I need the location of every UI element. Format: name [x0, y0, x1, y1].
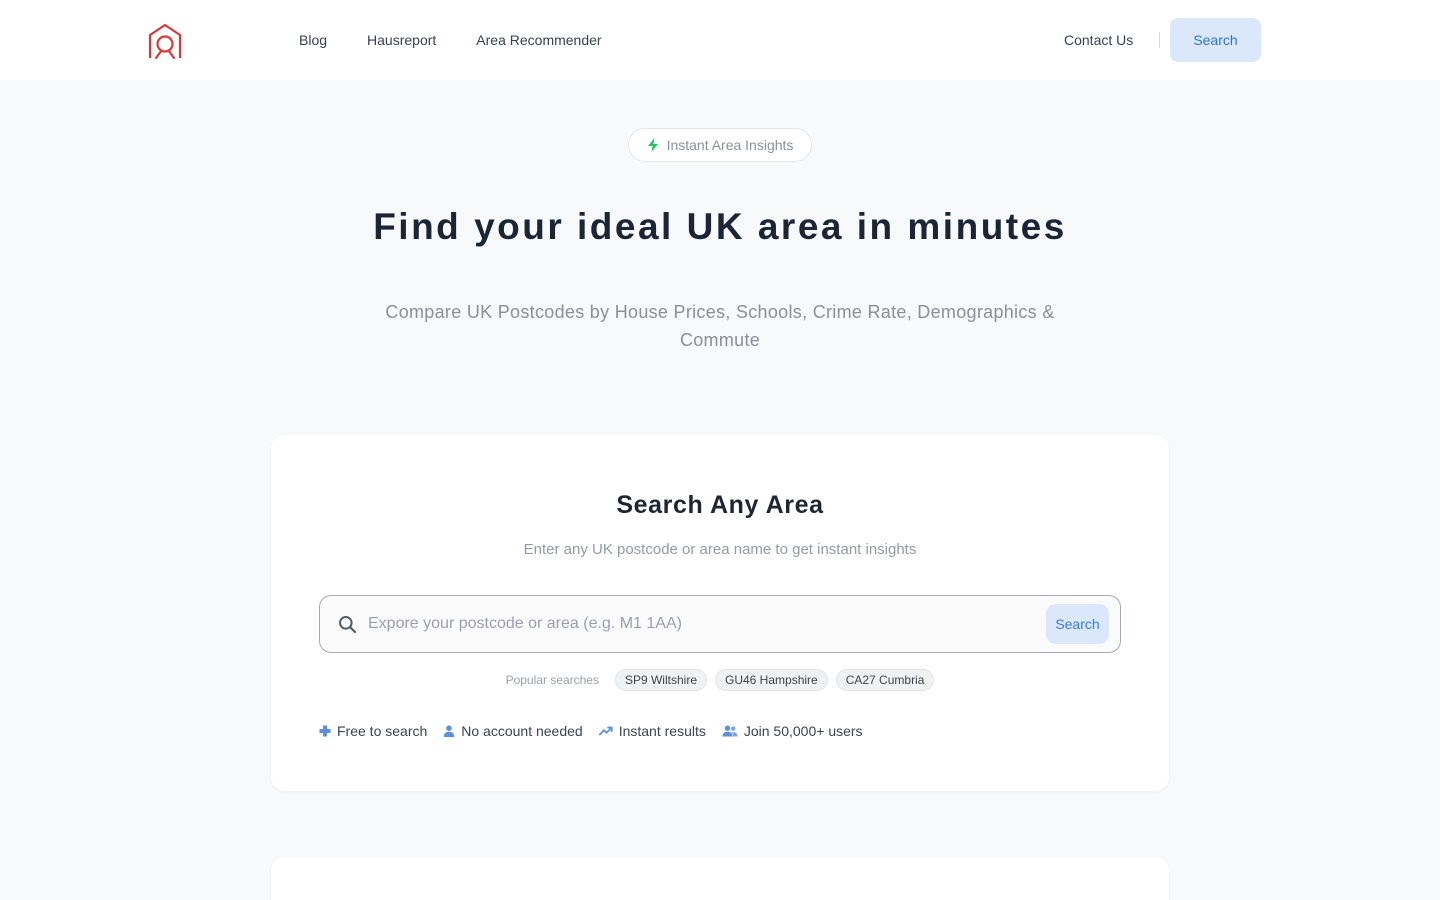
feature-users: Join 50,000+ users — [722, 723, 863, 739]
search-card-title: Search Any Area — [616, 491, 824, 519]
site-header: Blog Hausreport Area Recommender Contact… — [0, 0, 1440, 80]
badge-label: Instant Area Insights — [666, 137, 794, 153]
popular-chip-gu46-hampshire[interactable]: GU46 Hampshire — [715, 669, 828, 691]
next-section-card — [271, 857, 1169, 900]
search-card-subtitle: Enter any UK postcode or area name to ge… — [523, 541, 917, 558]
nav-blog[interactable]: Blog — [299, 32, 327, 48]
feature-instant: Instant results — [598, 723, 706, 739]
feature-label: Join 50,000+ users — [743, 723, 863, 739]
search-icon — [339, 616, 357, 634]
nav-area-recommender[interactable]: Area Recommender — [476, 32, 601, 48]
header-search-button[interactable]: Search — [1170, 18, 1261, 62]
hero-subtitle: Compare UK Postcodes by House Prices, Sc… — [385, 302, 1055, 350]
feature-free: Free to search — [319, 723, 427, 739]
feature-label: Free to search — [337, 723, 428, 739]
instant-insights-badge: Instant Area Insights — [628, 128, 812, 162]
plus-icon — [319, 725, 331, 737]
popular-chip-ca27-cumbria[interactable]: CA27 Cumbria — [835, 669, 935, 691]
search-card: Search Any Area Enter any UK postcode or… — [271, 435, 1169, 791]
main-nav: Blog Hausreport Area Recommender — [299, 0, 602, 80]
feature-list: Free to search No account needed Instant… — [319, 723, 863, 739]
feature-label: No account needed — [461, 723, 583, 739]
user-icon — [444, 725, 455, 737]
popular-searches: Popular searches SP9 Wiltshire GU46 Hamp… — [271, 669, 1169, 691]
feature-no-account: No account needed — [443, 723, 583, 739]
search-submit-button[interactable]: Search — [1046, 604, 1109, 644]
house-pin-logo-icon[interactable] — [147, 22, 183, 60]
popular-searches-label: Popular searches — [505, 673, 599, 687]
users-icon — [722, 725, 738, 737]
contact-us-link[interactable]: Contact Us — [1064, 0, 1133, 80]
search-input[interactable] — [368, 606, 1038, 642]
search-box: Search — [319, 595, 1121, 653]
nav-hausreport[interactable]: Hausreport — [367, 32, 436, 48]
bolt-icon — [647, 138, 658, 152]
feature-label: Instant results — [618, 723, 706, 739]
trending-up-icon — [598, 726, 613, 736]
hero-title: Find your ideal UK area in minutes — [373, 206, 1067, 247]
header-divider — [1159, 32, 1160, 48]
popular-chip-sp9-wiltshire[interactable]: SP9 Wiltshire — [614, 669, 707, 691]
